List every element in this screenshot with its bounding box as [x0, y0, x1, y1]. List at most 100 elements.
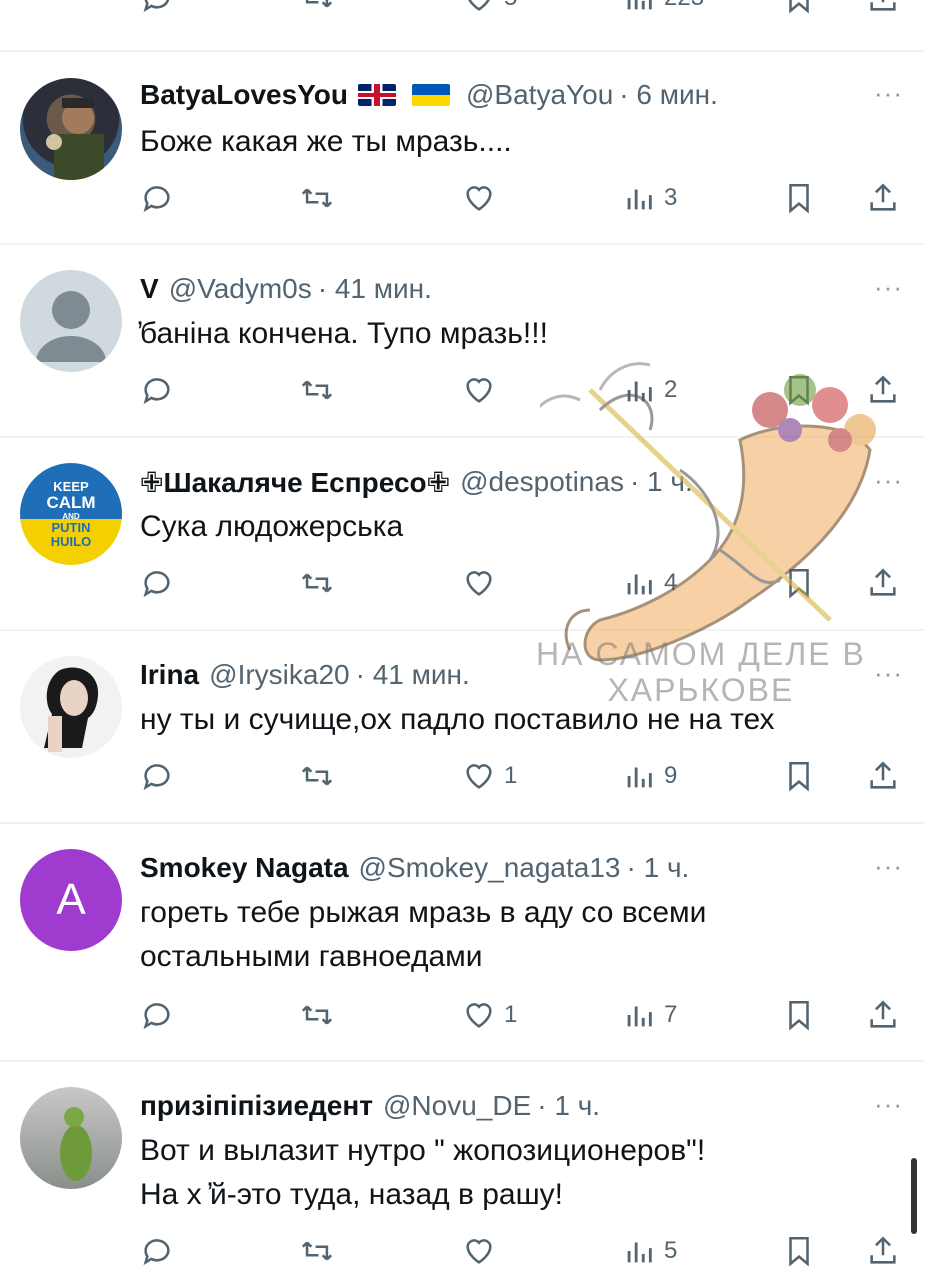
timestamp[interactable]: · 1 ч.	[537, 1090, 600, 1122]
reply-button[interactable]	[140, 1231, 174, 1271]
retweet-button[interactable]	[300, 1231, 334, 1271]
handle[interactable]: @BatyaYou	[466, 79, 613, 111]
bookmark-button[interactable]	[782, 563, 816, 603]
views-button[interactable]: 3	[622, 178, 677, 218]
tweet-text-line: Боже какая же ты мразь....	[140, 125, 512, 158]
like-button[interactable]	[462, 1231, 504, 1271]
tweet-header: BatyaLovesYou @BatyaYou · 6 мин.	[140, 72, 905, 118]
uk-flag-icon	[358, 84, 396, 106]
share-icon	[870, 183, 896, 211]
tweet-header: ✙Шакаляче Еспресо✙ @despotinas · 1 ч.	[140, 459, 905, 505]
more-options-button[interactable]: ···	[874, 272, 903, 303]
views-button[interactable]: 223	[622, 0, 704, 18]
display-name[interactable]: призіпіпізиедент	[140, 1090, 373, 1122]
handle[interactable]: @despotinas	[460, 466, 624, 498]
share-icon	[870, 761, 896, 789]
timestamp[interactable]: · 41 мин.	[356, 659, 470, 691]
share-icon	[870, 1000, 896, 1028]
views-button[interactable]: 4	[622, 563, 677, 603]
views-button[interactable]: 2	[622, 370, 677, 410]
reply-button[interactable]	[140, 756, 174, 796]
more-options-button[interactable]: ···	[874, 851, 903, 882]
action-bar: 5	[0, 1231, 925, 1271]
share-button[interactable]	[866, 756, 900, 796]
share-button[interactable]	[866, 563, 900, 603]
action-bar: 2	[0, 370, 925, 410]
avatar[interactable]	[20, 656, 122, 758]
heart-icon	[466, 186, 492, 211]
bookmark-button[interactable]	[782, 1231, 816, 1271]
timestamp[interactable]: · 1 ч.	[626, 852, 689, 884]
share-button[interactable]	[866, 0, 900, 18]
more-options-button[interactable]: ···	[874, 465, 903, 496]
avatar[interactable]: A	[20, 849, 122, 951]
like-button[interactable]	[462, 370, 504, 410]
retweet-button[interactable]	[300, 370, 334, 410]
timestamp[interactable]: · 6 мин.	[619, 79, 718, 111]
more-options-button[interactable]: ···	[874, 1089, 903, 1120]
reply-button[interactable]	[140, 0, 174, 18]
default-avatar-icon	[36, 291, 106, 362]
reply-button[interactable]	[140, 370, 174, 410]
views-icon	[627, 189, 652, 210]
like-button[interactable]	[462, 178, 504, 218]
tweet[interactable]: V @Vadym0s · 41 мин. ··· ̓баніна кончена…	[0, 266, 925, 436]
share-button[interactable]	[866, 995, 900, 1035]
tweet[interactable]: KEEP CALM AND PUTIN HUILO ✙Шакаляче Еспр…	[0, 459, 925, 629]
handle[interactable]: @Novu_DE	[383, 1090, 531, 1122]
reply-button[interactable]	[140, 563, 174, 603]
tweet[interactable]: BatyaLovesYou @BatyaYou · 6 мин. ··· Бож…	[0, 72, 925, 244]
heart-icon	[466, 1003, 492, 1028]
retweet-button[interactable]	[300, 563, 334, 603]
timestamp[interactable]: · 41 мин.	[318, 273, 432, 305]
tweet[interactable]: A Smokey Nagata @Smokey_nagata13 · 1 ч. …	[0, 845, 925, 1059]
avatar[interactable]	[20, 270, 122, 372]
bookmark-button[interactable]	[782, 370, 816, 410]
share-button[interactable]	[866, 178, 900, 218]
bookmark-button[interactable]	[782, 995, 816, 1035]
retweet-button[interactable]	[300, 0, 334, 18]
display-name[interactable]: V	[140, 273, 159, 305]
avatar[interactable]: KEEP CALM AND PUTIN HUILO	[20, 463, 122, 565]
avatar[interactable]	[20, 1087, 122, 1189]
reply-icon	[143, 571, 170, 598]
views-count: 4	[664, 569, 678, 596]
timestamp[interactable]: · 1 ч.	[630, 466, 693, 498]
heart-icon	[466, 378, 492, 403]
avatar[interactable]	[20, 78, 122, 180]
views-button[interactable]: 5	[622, 1231, 677, 1271]
views-button[interactable]: 7	[622, 995, 677, 1035]
display-name[interactable]: BatyaLovesYou	[140, 79, 348, 111]
bookmark-button[interactable]	[782, 756, 816, 796]
like-button[interactable]: 5	[462, 0, 517, 18]
retweet-button[interactable]	[300, 178, 334, 218]
bookmark-button[interactable]	[782, 0, 816, 18]
retweet-button[interactable]	[300, 995, 334, 1035]
share-button[interactable]	[866, 370, 900, 410]
display-name[interactable]: ✙Шакаляче Еспресо✙	[140, 466, 450, 499]
views-button[interactable]: 9	[622, 756, 677, 796]
like-button[interactable]	[462, 563, 504, 603]
like-button[interactable]: 1	[462, 995, 517, 1035]
handle[interactable]: @Vadym0s	[169, 273, 312, 305]
display-name[interactable]: Irina	[140, 659, 199, 691]
tweet-text-line: На х ̓й-это туда, назад в рашу!	[140, 1178, 564, 1211]
views-count: 7	[664, 1001, 678, 1028]
tweet-text-line: Вот и вылазит нутро " жопозиционеров"!	[140, 1134, 706, 1167]
reply-button[interactable]	[140, 178, 174, 218]
handle[interactable]: @Smokey_nagata13	[359, 852, 621, 884]
retweet-icon	[301, 1241, 333, 1261]
more-options-button[interactable]: ···	[874, 78, 903, 109]
like-button[interactable]: 1	[462, 756, 517, 796]
bookmark-button[interactable]	[782, 178, 816, 218]
share-button[interactable]	[866, 1231, 900, 1271]
scrollbar[interactable]	[911, 1158, 917, 1234]
more-options-button[interactable]: ···	[874, 658, 903, 689]
reply-button[interactable]	[140, 995, 174, 1035]
tweet[interactable]: призіпіпізиедент @Novu_DE · 1 ч. ··· Вот…	[0, 1083, 925, 1280]
handle[interactable]: @Irysika20	[209, 659, 349, 691]
avatar-photo	[44, 667, 99, 752]
heart-icon	[466, 1239, 492, 1264]
display-name[interactable]: Smokey Nagata	[140, 852, 349, 884]
retweet-button[interactable]	[300, 756, 334, 796]
